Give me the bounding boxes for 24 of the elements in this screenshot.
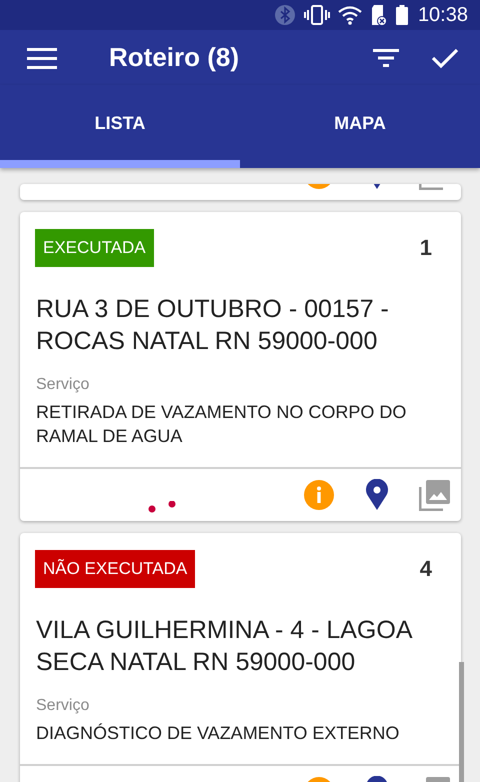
- wifi-icon: [338, 5, 362, 25]
- bluetooth-icon: [274, 4, 296, 26]
- tab[interactable]: MAPA: [240, 85, 480, 168]
- photos-icon[interactable]: [419, 479, 451, 511]
- order-number: 4: [420, 556, 432, 582]
- check-icon[interactable]: [431, 46, 459, 68]
- status-time: 10:38: [418, 4, 468, 26]
- service-label: Serviço: [35, 375, 90, 394]
- menu-icon[interactable]: [27, 46, 57, 68]
- tab[interactable]: LISTA: [0, 85, 240, 168]
- filter-icon[interactable]: [373, 48, 399, 66]
- status-badge: EXECUTADA: [35, 229, 154, 267]
- sd-card-icon: [370, 4, 388, 26]
- status-badge: NÃO EXECUTADA: [35, 550, 196, 588]
- order-number: 1: [420, 235, 432, 261]
- dots-drawing: [148, 501, 178, 513]
- app-title: Roteiro (8): [109, 42, 240, 73]
- battery-icon: [396, 5, 408, 25]
- location-pin-icon[interactable]: [365, 479, 389, 511]
- service-text: RETIRADA DE VAZAMENTO NO CORPO DO RAMAL DE AGUA: [20, 394, 461, 469]
- vibrate-icon: [304, 4, 330, 26]
- address-text: VILA GUILHERMINA - 4 - LAGOA SECA NATAL RN 59000-000: [35, 615, 413, 678]
- address-text: RUA 3 DE OUTUBRO - 00157 - ROCAS NATAL RN 59000-000: [35, 294, 390, 357]
- service-label: Serviço: [35, 696, 90, 715]
